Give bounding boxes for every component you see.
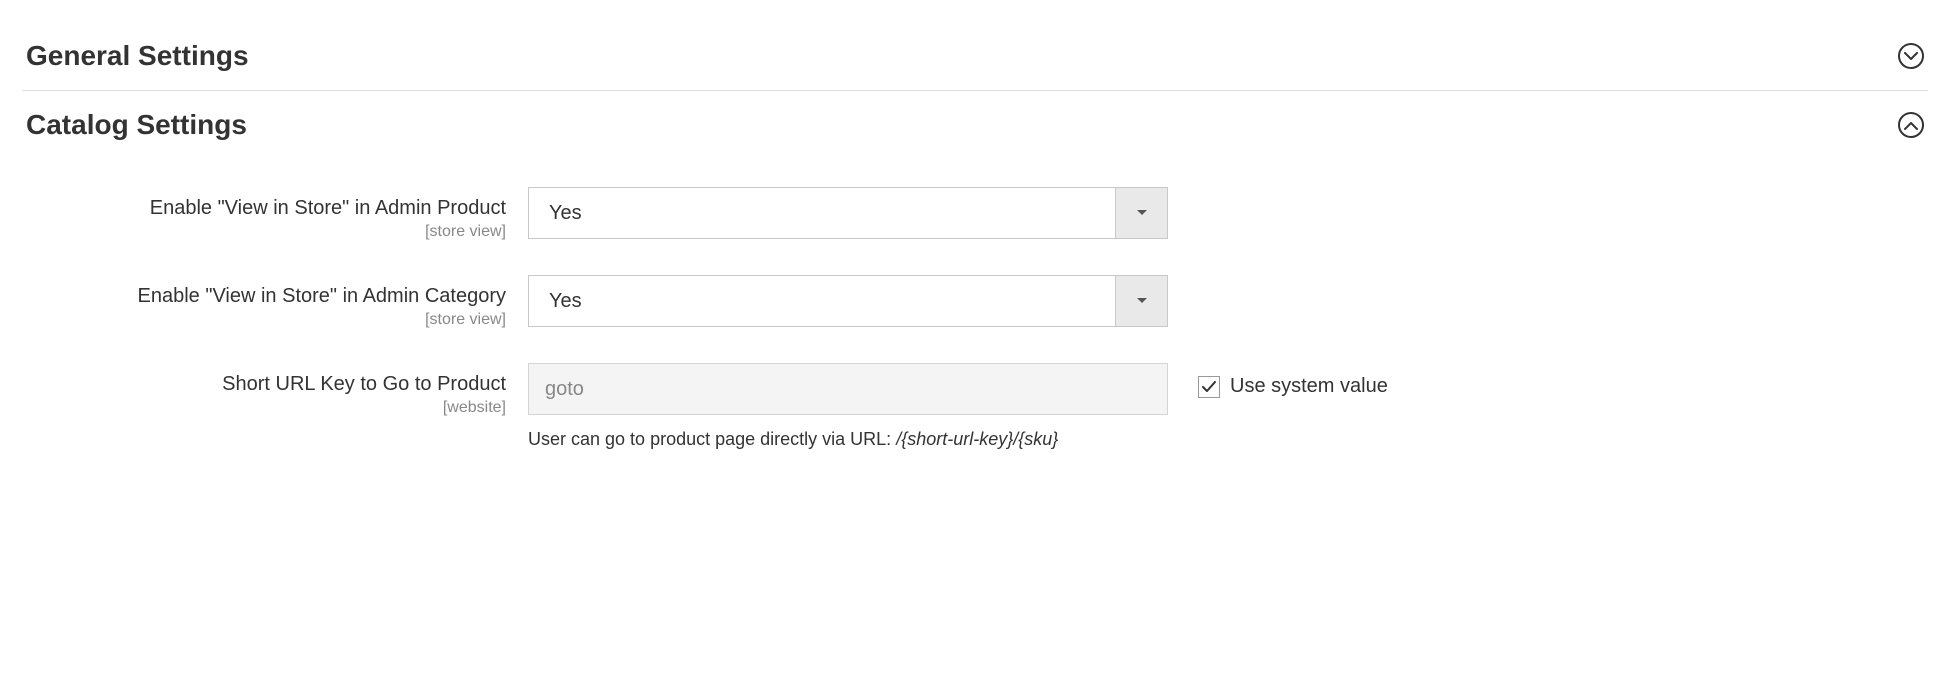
field-row-short-url-key: Short URL Key to Go to Product [website]… xyxy=(22,363,1928,450)
chevron-up-icon xyxy=(1898,112,1924,138)
field-label-col: Enable "View in Store" in Admin Product … xyxy=(22,187,528,241)
select-view-in-store-category[interactable]: Yes xyxy=(528,275,1168,327)
field-control-col: Yes xyxy=(528,187,1168,239)
section-title-general: General Settings xyxy=(26,40,249,72)
field-note: User can go to product page directly via… xyxy=(528,429,1168,450)
field-note-prefix: User can go to product page directly via… xyxy=(528,429,896,449)
field-scope: [website] xyxy=(22,399,506,417)
field-control-col: goto User can go to product page directl… xyxy=(528,363,1168,450)
section-body-catalog: Enable "View in Store" in Admin Product … xyxy=(22,159,1928,450)
field-scope: [store view] xyxy=(22,311,506,329)
dropdown-arrow-icon xyxy=(1115,188,1167,238)
select-value: Yes xyxy=(529,188,1115,238)
input-short-url-key[interactable]: goto xyxy=(528,363,1168,415)
select-value: Yes xyxy=(529,276,1115,326)
select-view-in-store-product[interactable]: Yes xyxy=(528,187,1168,239)
section-header-general[interactable]: General Settings xyxy=(22,30,1928,91)
checkbox-label: Use system value xyxy=(1230,375,1388,398)
field-scope: [store view] xyxy=(22,223,506,241)
chevron-down-icon xyxy=(1898,43,1924,69)
dropdown-arrow-icon xyxy=(1115,276,1167,326)
field-extra-col: Use system value xyxy=(1168,363,1388,398)
field-label: Enable "View in Store" in Admin Product xyxy=(22,195,506,221)
field-row-view-in-store-category: Enable "View in Store" in Admin Category… xyxy=(22,275,1928,329)
field-label: Short URL Key to Go to Product xyxy=(22,371,506,397)
field-label-col: Enable "View in Store" in Admin Category… xyxy=(22,275,528,329)
section-header-catalog[interactable]: Catalog Settings xyxy=(22,99,1928,159)
checkbox-use-system-value[interactable] xyxy=(1198,376,1220,398)
field-label-col: Short URL Key to Go to Product [website] xyxy=(22,363,528,417)
field-note-pattern: /{short-url-key}/{sku} xyxy=(896,429,1058,449)
section-title-catalog: Catalog Settings xyxy=(26,109,247,141)
field-control-col: Yes xyxy=(528,275,1168,327)
field-label: Enable "View in Store" in Admin Category xyxy=(22,283,506,309)
field-row-view-in-store-product: Enable "View in Store" in Admin Product … xyxy=(22,187,1928,241)
